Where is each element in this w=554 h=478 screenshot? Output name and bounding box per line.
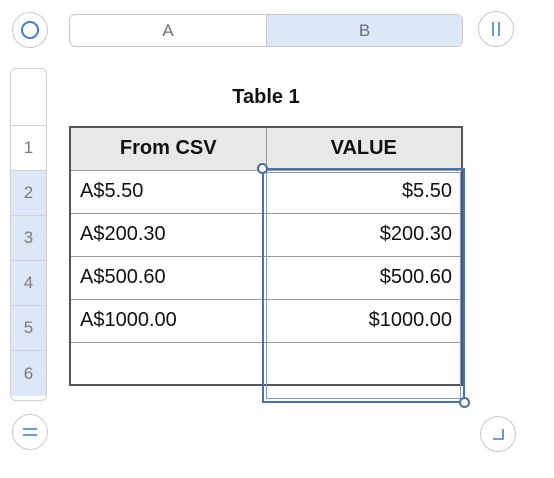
cell-b4[interactable]: $500.60: [265, 255, 463, 300]
table-row: A$1000.00 $1000.00: [69, 298, 463, 343]
table-resize-handle[interactable]: [480, 416, 516, 452]
selection-end-handle[interactable]: [459, 397, 470, 408]
selection-start-handle[interactable]: [257, 163, 268, 174]
select-all-button[interactable]: [12, 12, 48, 48]
row-handle-icon: [23, 428, 37, 436]
cell-b3[interactable]: $200.30: [265, 212, 463, 257]
cell-a5[interactable]: A$1000.00: [69, 298, 267, 343]
row-header-bar: 1 2 3 4 5 6: [10, 68, 47, 401]
column-header-a[interactable]: A: [70, 15, 267, 46]
column-handle-icon: [492, 22, 500, 36]
table-row: A$5.50 $5.50: [69, 169, 463, 214]
cell-a2[interactable]: A$5.50: [69, 169, 267, 214]
column-header-b[interactable]: B: [267, 15, 462, 46]
cell-a4[interactable]: A$500.60: [69, 255, 267, 300]
table-row: A$500.60 $500.60: [69, 255, 463, 300]
table-title[interactable]: Table 1: [69, 86, 463, 109]
row-header-1[interactable]: 1: [11, 126, 46, 171]
table-row: [69, 341, 463, 386]
table-row: A$200.30 $200.30: [69, 212, 463, 257]
row-header-spacer: [11, 69, 46, 126]
row-header-3[interactable]: 3: [11, 216, 46, 261]
column-header-bar: A B: [69, 14, 463, 47]
row-header-5[interactable]: 5: [11, 306, 46, 351]
header-cell-value[interactable]: VALUE: [265, 126, 463, 171]
cell-b2[interactable]: $5.50: [265, 169, 463, 214]
cell-b5[interactable]: $1000.00: [265, 298, 463, 343]
add-column-handle[interactable]: [478, 11, 514, 47]
cell-a6[interactable]: [69, 341, 267, 386]
row-header-6[interactable]: 6: [11, 351, 46, 396]
circle-icon: [21, 21, 39, 39]
row-header-4[interactable]: 4: [11, 261, 46, 306]
add-row-handle[interactable]: [12, 414, 48, 450]
cell-a3[interactable]: A$200.30: [69, 212, 267, 257]
header-cell-from-csv[interactable]: From CSV: [69, 126, 267, 171]
row-header-2[interactable]: 2: [11, 171, 46, 216]
resize-corner-icon: [493, 429, 504, 440]
cell-b6[interactable]: [265, 341, 463, 386]
